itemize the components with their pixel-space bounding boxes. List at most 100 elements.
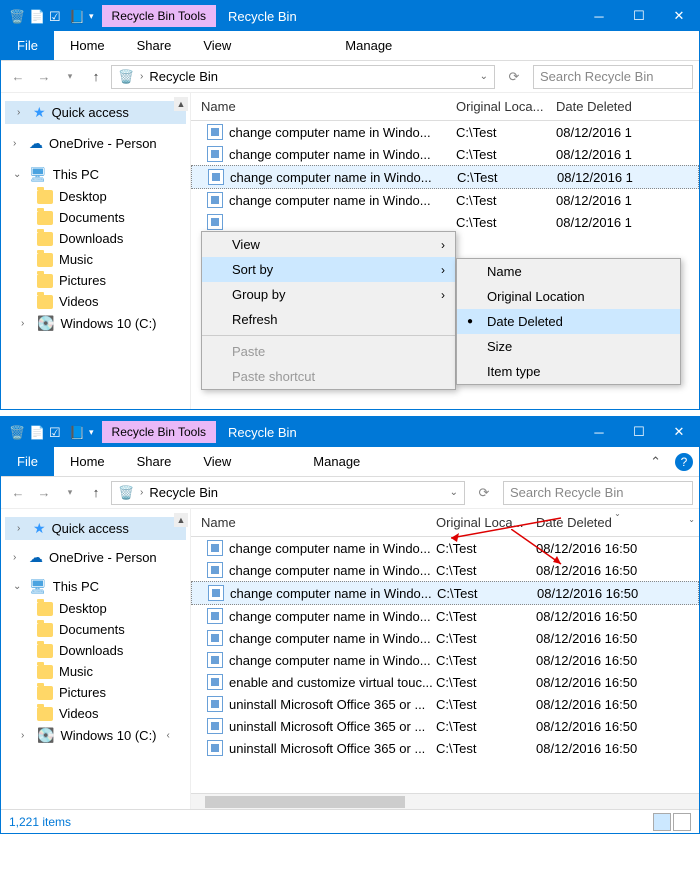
- nav-onedrive[interactable]: ›☁OneDrive - Person: [1, 546, 190, 569]
- nav-scrollbar[interactable]: ▲: [174, 97, 188, 405]
- file-row[interactable]: change computer name in Windo...C:\Test0…: [191, 559, 699, 581]
- maximize-button[interactable]: ☐: [619, 417, 659, 447]
- close-button[interactable]: ✕: [659, 1, 699, 31]
- sort-option[interactable]: Name: [457, 259, 680, 284]
- file-row[interactable]: change computer name in Windo...C:\Test0…: [191, 165, 699, 189]
- nav-onedrive[interactable]: ›☁OneDrive - Person: [1, 132, 190, 155]
- column-dropdown-icon[interactable]: ⌄: [688, 515, 695, 524]
- recent-dropdown-icon[interactable]: ▾: [59, 66, 81, 88]
- tab-view[interactable]: View: [187, 31, 247, 60]
- expand-icon[interactable]: ›: [17, 107, 27, 118]
- horizontal-scrollbar[interactable]: [191, 793, 699, 809]
- file-row[interactable]: change computer name in Windo...C:\Test0…: [191, 649, 699, 671]
- file-tab[interactable]: File: [1, 31, 54, 60]
- col-original-location[interactable]: Original Loca...: [436, 515, 536, 530]
- nav-desktop[interactable]: Desktop: [1, 186, 190, 207]
- file-tab[interactable]: File: [1, 447, 54, 476]
- forward-button[interactable]: →: [33, 66, 55, 88]
- refresh-button[interactable]: ⟳: [473, 482, 495, 504]
- nav-quick-access[interactable]: ›★Quick access: [5, 517, 186, 540]
- qat-item-icon[interactable]: 📄: [29, 9, 43, 23]
- breadcrumb-location[interactable]: Recycle Bin: [149, 485, 218, 500]
- refresh-button[interactable]: ⟳: [503, 66, 525, 88]
- nav-desktop[interactable]: Desktop: [1, 598, 190, 619]
- expand-icon[interactable]: ›: [21, 318, 31, 329]
- expand-icon[interactable]: ›: [17, 523, 27, 534]
- chevron-down-icon[interactable]: ⌄: [450, 487, 458, 498]
- scroll-up-icon[interactable]: ▲: [174, 97, 188, 111]
- col-name[interactable]: Name: [191, 99, 456, 114]
- titlebar[interactable]: 🗑️ 📄 ☑ 📘 ▾ Recycle Bin Tools Recycle Bin…: [1, 1, 699, 31]
- menu-item[interactable]: Sort by›: [202, 257, 455, 282]
- collapse-icon[interactable]: ⌄: [13, 169, 23, 180]
- chevron-down-icon[interactable]: ⌄: [480, 71, 488, 82]
- nav-this-pc[interactable]: ⌄🖥This PC: [1, 575, 190, 598]
- file-row[interactable]: enable and customize virtual touc...C:\T…: [191, 671, 699, 693]
- col-original-location[interactable]: Original Loca...: [456, 99, 556, 114]
- minimize-button[interactable]: ─: [579, 1, 619, 31]
- file-row[interactable]: change computer name in Windo...C:\Test0…: [191, 189, 699, 211]
- nav-downloads[interactable]: Downloads: [1, 228, 190, 249]
- nav-videos[interactable]: Videos: [1, 703, 190, 724]
- tab-view[interactable]: View: [187, 447, 247, 476]
- qat-item-icon[interactable]: 📘: [69, 9, 83, 23]
- col-date-deleted[interactable]: Date Deleted: [556, 99, 699, 114]
- nav-drive-c[interactable]: ›💽Windows 10 (C:): [1, 312, 190, 335]
- nav-pictures[interactable]: Pictures: [1, 270, 190, 291]
- file-row[interactable]: uninstall Microsoft Office 365 or ...C:\…: [191, 715, 699, 737]
- file-row[interactable]: change computer name in Windo...C:\Test0…: [191, 537, 699, 559]
- nav-scrollbar[interactable]: ▲: [174, 513, 188, 805]
- file-row[interactable]: uninstall Microsoft Office 365 or ...C:\…: [191, 693, 699, 715]
- expand-icon[interactable]: ›: [21, 730, 31, 741]
- icons-view-button[interactable]: [673, 813, 691, 831]
- tab-home[interactable]: Home: [54, 31, 121, 60]
- qat-dropdown-icon[interactable]: ▾: [89, 11, 94, 22]
- nav-music[interactable]: Music: [1, 661, 190, 682]
- help-button[interactable]: ?: [675, 453, 693, 471]
- ribbon-collapse-icon[interactable]: ⌃: [642, 454, 669, 470]
- breadcrumb-location[interactable]: Recycle Bin: [149, 69, 218, 84]
- menu-item[interactable]: View›: [202, 232, 455, 257]
- nav-drive-c[interactable]: ›💽Windows 10 (C:)‹: [1, 724, 190, 747]
- tab-manage[interactable]: Manage: [297, 447, 376, 476]
- qat-checkbox-icon[interactable]: ☑: [49, 9, 63, 23]
- titlebar[interactable]: 🗑️ 📄 ☑ 📘 ▾ Recycle Bin Tools Recycle Bin…: [1, 417, 699, 447]
- close-button[interactable]: ✕: [659, 417, 699, 447]
- scrollbar-thumb[interactable]: [205, 796, 405, 808]
- address-bar[interactable]: 🗑️ › Recycle Bin ⌄: [111, 65, 495, 89]
- sort-option[interactable]: Original Location: [457, 284, 680, 309]
- minimize-button[interactable]: ─: [579, 417, 619, 447]
- qat-item-icon[interactable]: 📘: [69, 425, 83, 439]
- col-name[interactable]: Name: [191, 515, 436, 530]
- details-view-button[interactable]: [653, 813, 671, 831]
- nav-documents[interactable]: Documents: [1, 619, 190, 640]
- search-input[interactable]: Search Recycle Bin: [533, 65, 693, 89]
- expand-icon[interactable]: ›: [13, 552, 23, 563]
- address-bar[interactable]: 🗑️ › Recycle Bin ⌄: [111, 481, 465, 505]
- menu-item[interactable]: Group by›: [202, 282, 455, 307]
- file-row[interactable]: change computer name in Windo...C:\Test0…: [191, 121, 699, 143]
- chevron-right-icon[interactable]: ›: [140, 487, 143, 498]
- nav-documents[interactable]: Documents: [1, 207, 190, 228]
- tab-home[interactable]: Home: [54, 447, 121, 476]
- sort-option[interactable]: ●Date Deleted: [457, 309, 680, 334]
- qat-dropdown-icon[interactable]: ▾: [89, 427, 94, 438]
- tab-share[interactable]: Share: [121, 31, 188, 60]
- recent-dropdown-icon[interactable]: ▾: [59, 482, 81, 504]
- file-row[interactable]: C:\Test08/12/2016 1: [191, 211, 699, 233]
- file-row[interactable]: change computer name in Windo...C:\Test0…: [191, 581, 699, 605]
- nav-quick-access[interactable]: ›★Quick access: [5, 101, 186, 124]
- collapse-icon[interactable]: ⌄: [13, 581, 23, 592]
- file-row[interactable]: change computer name in Windo...C:\Test0…: [191, 627, 699, 649]
- up-button[interactable]: ↑: [85, 482, 107, 504]
- forward-button[interactable]: →: [33, 482, 55, 504]
- tab-manage[interactable]: Manage: [329, 31, 408, 60]
- nav-music[interactable]: Music: [1, 249, 190, 270]
- file-row[interactable]: uninstall Microsoft Office 365 or ...C:\…: [191, 737, 699, 759]
- search-input[interactable]: Search Recycle Bin: [503, 481, 693, 505]
- expand-icon[interactable]: ›: [13, 138, 23, 149]
- file-row[interactable]: change computer name in Windo...C:\Test0…: [191, 605, 699, 627]
- nav-this-pc[interactable]: ⌄🖥This PC: [1, 163, 190, 186]
- tab-share[interactable]: Share: [121, 447, 188, 476]
- back-button[interactable]: ←: [7, 482, 29, 504]
